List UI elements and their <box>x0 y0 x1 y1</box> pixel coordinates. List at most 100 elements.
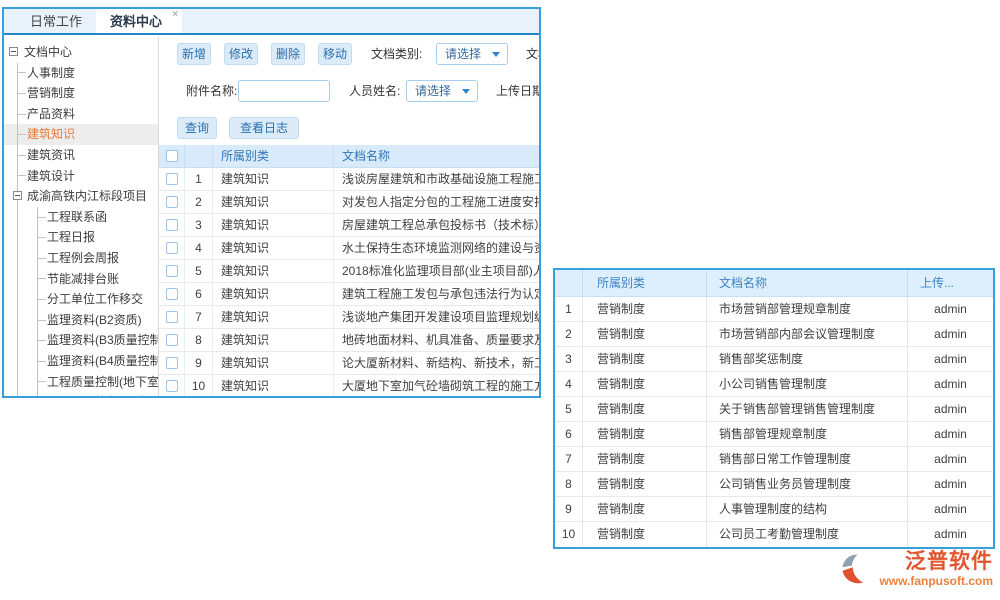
header-uploader[interactable]: 上传... <box>907 270 993 296</box>
row-number: 8 <box>555 472 582 496</box>
close-icon[interactable]: × <box>172 10 178 20</box>
table-row[interactable]: 8营销制度公司销售业务员管理制度admin <box>555 472 993 497</box>
tree-item-label: 工程质量控制(主体) <box>47 395 151 396</box>
row-doc-name: 公司员工考勤管理制度 <box>706 522 907 547</box>
row-checkbox-cell <box>159 191 185 213</box>
logo-url[interactable]: www.fanpusoft.com <box>879 574 993 588</box>
tree-item[interactable]: 监理资料(B4质量控制) <box>4 351 158 372</box>
row-checkbox[interactable] <box>166 288 178 300</box>
table-row[interactable]: 4营销制度小公司销售管理制度admin <box>555 372 993 397</box>
select-all-checkbox[interactable] <box>166 150 178 162</box>
tree-item[interactable]: 工程日报 <box>4 227 158 248</box>
table-row[interactable]: 2建筑知识对发包人指定分包的工程施工进度安排... <box>159 191 539 214</box>
tab-data-center[interactable]: 资料中心 × <box>96 9 182 33</box>
table-row[interactable]: 9营销制度人事管理制度的结构admin <box>555 497 993 522</box>
table-row[interactable]: 3营销制度销售部奖惩制度admin <box>555 347 993 372</box>
tree-item-label: 工程日报 <box>47 230 95 244</box>
fanpu-logo: 泛普软件 www.fanpusoft.com <box>840 550 993 588</box>
query-button[interactable]: 查询 <box>177 117 217 139</box>
tree-item[interactable]: 成渝高铁内江标段项目 <box>4 186 158 207</box>
view-log-button[interactable]: 查看日志 <box>229 117 299 139</box>
table-row[interactable]: 10建筑知识大厦地下室加气砼墙砌筑工程的施工方... <box>159 375 539 396</box>
tree-item[interactable]: 产品资料 <box>4 104 158 125</box>
tree-item[interactable]: 监理资料(B3质量控制) <box>4 330 158 351</box>
header-category[interactable]: 所属别类 <box>582 270 706 296</box>
row-number: 7 <box>185 306 213 328</box>
collapse-icon[interactable] <box>9 47 18 56</box>
table-row[interactable]: 3建筑知识房屋建筑工程总承包投标书（技术标）... <box>159 214 539 237</box>
tree-item[interactable]: 文档中心 <box>4 42 158 63</box>
tree-item[interactable]: 工程例会周报 <box>4 248 158 269</box>
row-checkbox[interactable] <box>166 242 178 254</box>
move-button[interactable]: 移动 <box>318 43 352 65</box>
table-row[interactable]: 7建筑知识浅谈地产集团开发建设项目监理规划编... <box>159 306 539 329</box>
table-row[interactable]: 6建筑知识建筑工程施工发包与承包违法行为认定... <box>159 283 539 306</box>
doc-category-value: 请选择 <box>445 44 481 64</box>
row-checkbox[interactable] <box>166 334 178 346</box>
tree-item-label: 建筑知识 <box>27 127 75 141</box>
row-checkbox-cell <box>159 260 185 282</box>
tree-item-label: 分工单位工作移交 <box>47 292 143 306</box>
row-checkbox[interactable] <box>166 173 178 185</box>
row-checkbox-cell <box>159 329 185 351</box>
building-documents-table: 所属别类 文档名称 1建筑知识浅谈房屋建筑和市政基础设施工程施工...2建筑知识… <box>159 145 539 396</box>
table-row[interactable]: 1建筑知识浅谈房屋建筑和市政基础设施工程施工... <box>159 168 539 191</box>
collapse-icon[interactable] <box>13 191 22 200</box>
tree-item[interactable]: 工程联系函 <box>4 207 158 228</box>
tree-item[interactable]: 营销制度 <box>4 83 158 104</box>
tree-item[interactable]: 工程质量控制(主体) <box>4 392 158 396</box>
person-name-select[interactable]: 请选择 <box>406 80 478 102</box>
table-row[interactable]: 1营销制度市场营销部管理规章制度admin <box>555 297 993 322</box>
table-row[interactable]: 5营销制度关于销售部管理销售管理制度admin <box>555 397 993 422</box>
delete-button[interactable]: 删除 <box>271 43 305 65</box>
row-checkbox[interactable] <box>166 196 178 208</box>
tree-item[interactable]: 节能减排台账 <box>4 269 158 290</box>
header-category[interactable]: 所属别类 <box>213 145 334 167</box>
table-row[interactable]: 2营销制度市场营销部内部会议管理制度admin <box>555 322 993 347</box>
row-number: 4 <box>185 237 213 259</box>
add-button[interactable]: 新增 <box>177 43 211 65</box>
tree-item[interactable]: 建筑知识 <box>4 124 158 145</box>
row-number: 5 <box>185 260 213 282</box>
row-number: 4 <box>555 372 582 396</box>
row-checkbox[interactable] <box>166 380 178 392</box>
row-checkbox[interactable] <box>166 311 178 323</box>
row-category: 建筑知识 <box>213 191 334 213</box>
table-row[interactable]: 6营销制度销售部管理规章制度admin <box>555 422 993 447</box>
doc-category-select[interactable]: 请选择 <box>436 43 508 65</box>
tab-daily-work[interactable]: 日常工作 <box>16 9 96 33</box>
row-category: 营销制度 <box>582 472 706 496</box>
row-category: 建筑知识 <box>213 260 334 282</box>
table-row[interactable]: 5建筑知识2018标准化监理项目部(业主项目部)人员... <box>159 260 539 283</box>
table-row[interactable]: 9建筑知识论大厦新材料、新结构、新技术，新工... <box>159 352 539 375</box>
table-row[interactable]: 7营销制度销售部日常工作管理制度admin <box>555 447 993 472</box>
tree-item[interactable]: 分工单位工作移交 <box>4 289 158 310</box>
table-row[interactable]: 10营销制度公司员工考勤管理制度admin <box>555 522 993 547</box>
header-doc-name[interactable]: 文档名称 <box>334 145 539 168</box>
tree-item[interactable]: 工程质量控制(地下室) <box>4 372 158 393</box>
tree-item[interactable]: 监理资料(B2资质) <box>4 310 158 331</box>
row-doc-name: 人事管理制度的结构 <box>706 497 907 521</box>
row-number: 6 <box>185 283 213 305</box>
tree-item[interactable]: 人事制度 <box>4 63 158 84</box>
table-row[interactable]: 4建筑知识水土保持生态环境监测网络的建设与资... <box>159 237 539 260</box>
header-doc-name[interactable]: 文档名称 <box>706 270 907 296</box>
tree-item[interactable]: 建筑设计 <box>4 166 158 187</box>
row-checkbox[interactable] <box>166 219 178 231</box>
row-checkbox[interactable] <box>166 357 178 369</box>
row-checkbox-cell <box>159 214 185 236</box>
row-doc-name: 地砖地面材料、机具准备、质量要求及... <box>334 329 539 352</box>
row-doc-name: 关于销售部管理销售管理制度 <box>706 397 907 421</box>
row-checkbox[interactable] <box>166 265 178 277</box>
tree-item[interactable]: 建筑资讯 <box>4 145 158 166</box>
row-doc-name: 市场营销部管理规章制度 <box>706 297 907 321</box>
document-list-pane: 新增修改删除移动 文档类别: 请选择 文档 附件名称: 人员姓名: 请选择 上传… <box>159 37 539 396</box>
attachment-name-input[interactable] <box>238 80 330 102</box>
row-category: 营销制度 <box>582 397 706 421</box>
tree-item-label: 工程联系函 <box>47 210 107 224</box>
row-uploader: admin <box>907 497 993 521</box>
table-row[interactable]: 8建筑知识地砖地面材料、机具准备、质量要求及... <box>159 329 539 352</box>
row-checkbox-cell <box>159 306 185 328</box>
modify-button[interactable]: 修改 <box>224 43 258 65</box>
row-doc-name: 浅谈地产集团开发建设项目监理规划编... <box>334 306 539 329</box>
